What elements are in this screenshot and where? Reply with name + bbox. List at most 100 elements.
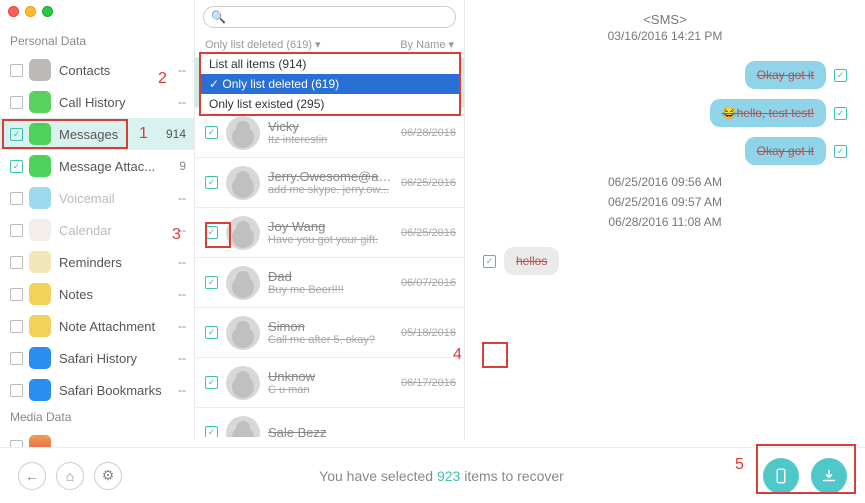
thread-row[interactable]: ✓DadBuy me Beer!!!!06/07/2016 <box>195 257 464 307</box>
avatar <box>226 216 260 250</box>
filter-option[interactable]: Only list existed (295) <box>201 94 459 114</box>
sidebar: Personal Data Contacts--Call History--✓M… <box>0 0 195 440</box>
window-close-button[interactable] <box>8 6 19 17</box>
thread-row[interactable]: ✓ Sale Bezz <box>195 407 464 437</box>
avatar <box>226 116 260 150</box>
category-icon <box>29 59 51 81</box>
sidebar-item[interactable]: Calendar-- <box>0 214 194 246</box>
back-button[interactable]: ← <box>18 462 46 490</box>
message-bubble-outgoing[interactable]: 😂hello, test test! <box>710 99 826 127</box>
timestamp: 06/25/2016 09:56 AM <box>483 175 847 189</box>
home-button[interactable]: ⌂ <box>56 462 84 490</box>
sidebar-item[interactable]: Notes-- <box>0 278 194 310</box>
thread-checkbox[interactable]: ✓ <box>205 376 218 389</box>
window-maximize-button[interactable] <box>42 6 53 17</box>
recover-to-device-button[interactable] <box>763 458 799 494</box>
sidebar-item-label: Contacts <box>59 63 166 78</box>
sidebar-item-label: Safari History <box>59 351 166 366</box>
settings-button[interactable]: ⚙ <box>94 462 122 490</box>
avatar <box>226 366 260 400</box>
category-icon <box>29 123 51 145</box>
chevron-down-icon: ▾ <box>315 38 321 51</box>
chevron-down-icon: ▾ <box>448 38 454 51</box>
message-bubble-incoming[interactable]: hellos <box>504 247 559 275</box>
thread-date: 06/17/2016 <box>401 377 456 389</box>
window-minimize-button[interactable] <box>25 6 36 17</box>
thread-checkbox[interactable]: ✓ <box>205 176 218 189</box>
message-row: ✓ hellos <box>483 247 847 275</box>
sidebar-item[interactable]: Note Attachment-- <box>0 310 194 342</box>
search-input[interactable] <box>203 6 456 28</box>
sort-label: By Name <box>400 39 445 51</box>
checkbox-icon[interactable] <box>10 384 23 397</box>
bottom-bar: ← ⌂ ⚙ You have selected 923 items to rec… <box>0 447 865 503</box>
message-checkbox[interactable]: ✓ <box>483 255 496 268</box>
filter-option[interactable]: List all items (914) <box>201 54 459 74</box>
avatar <box>226 316 260 350</box>
sidebar-item[interactable]: Contacts-- <box>0 54 194 86</box>
thread-row[interactable]: ✓ Jerry.Owesome@aol.comadd me skype. jerr… <box>195 157 464 207</box>
thread-row[interactable]: ✓Joy WangHave you got your gift.06/25/20… <box>195 207 464 257</box>
sort-dropdown[interactable]: By Name ▾ <box>400 38 454 51</box>
thread-info: Sale Bezz <box>268 425 450 437</box>
message-bubble-outgoing[interactable]: Okay got it <box>745 61 826 89</box>
message-checkbox[interactable]: ✓ <box>834 107 847 120</box>
message-checkbox[interactable]: ✓ <box>834 145 847 158</box>
thread-checkbox[interactable]: ✓ <box>205 326 218 339</box>
sidebar-item[interactable]: ✓Message Attac...9 <box>0 150 194 182</box>
recover-to-computer-button[interactable] <box>811 458 847 494</box>
checkbox-icon[interactable]: ✓ <box>10 160 23 173</box>
window-controls <box>8 6 53 17</box>
category-icon <box>29 315 51 337</box>
checkbox-icon[interactable] <box>10 288 23 301</box>
sidebar-item[interactable]: Safari History-- <box>0 342 194 374</box>
sidebar-item[interactable]: Reminders-- <box>0 246 194 278</box>
sidebar-item-label: Messages <box>59 127 166 142</box>
thread-name: Jerry.Owesome@aol.com <box>268 169 395 184</box>
device-icon <box>772 467 790 485</box>
thread-info: Joy WangHave you got your gift. <box>268 219 395 246</box>
sidebar-item[interactable]: Safari Bookmarks-- <box>0 374 194 406</box>
sidebar-section-personal: Personal Data <box>0 30 194 54</box>
category-icon <box>29 187 51 209</box>
thread-preview: Buy me Beer!!!! <box>268 284 395 296</box>
thread-checkbox[interactable]: ✓ <box>205 126 218 139</box>
thread-checkbox[interactable]: ✓ <box>205 226 218 239</box>
checkbox-icon[interactable] <box>10 320 23 333</box>
selection-status: You have selected 923 items to recover <box>132 468 751 484</box>
checkbox-icon[interactable] <box>10 224 23 237</box>
checkbox-icon[interactable]: ✓ <box>10 128 23 141</box>
message-bubble-outgoing[interactable]: Okay got it <box>745 137 826 165</box>
thread-info: VickyItz interestin <box>268 119 395 146</box>
checkbox-icon[interactable] <box>10 256 23 269</box>
message-checkbox[interactable]: ✓ <box>834 69 847 82</box>
sidebar-item-label: Message Attac... <box>59 159 166 174</box>
thread-panel: 🔍 Only list deleted (619) ▾ By Name ▾ ✓0… <box>195 0 465 440</box>
thread-preview: Have you got your gift. <box>268 234 395 246</box>
thread-info: Jerry.Owesome@aol.comadd me skype. jerry… <box>268 169 395 196</box>
sidebar-item[interactable]: Call History-- <box>0 86 194 118</box>
thread-date: 05/18/2016 <box>401 327 456 339</box>
thread-preview: Call me after 5, okay? <box>268 334 395 346</box>
thread-checkbox[interactable]: ✓ <box>205 276 218 289</box>
message-row: Okay got it ✓ <box>483 137 847 165</box>
conversation-date: 03/16/2016 14:21 PM <box>483 29 847 43</box>
thread-date: 06/25/2016 <box>401 177 456 189</box>
checkbox-icon[interactable] <box>10 64 23 77</box>
sidebar-item[interactable]: ✓Messages914 <box>0 118 194 150</box>
sidebar-item-label: Reminders <box>59 255 166 270</box>
thread-preview: C u man <box>268 384 395 396</box>
sidebar-item-count: -- <box>166 255 186 269</box>
checkbox-icon[interactable] <box>10 192 23 205</box>
conversation-title: <SMS> <box>483 12 847 27</box>
timestamp: 06/25/2016 09:57 AM <box>483 195 847 209</box>
checkbox-icon[interactable] <box>10 96 23 109</box>
thread-row[interactable]: ✓UnknowC u man06/17/2016 <box>195 357 464 407</box>
filter-dropdown[interactable]: Only list deleted (619) ▾ <box>205 38 321 51</box>
checkbox-icon[interactable] <box>10 352 23 365</box>
filter-option-selected[interactable]: Only list deleted (619) <box>201 74 459 94</box>
filter-dropdown-menu: List all items (914) Only list deleted (… <box>199 52 461 116</box>
thread-row[interactable]: ✓SimonCall me after 5, okay?05/18/2016 <box>195 307 464 357</box>
sidebar-item[interactable]: Voicemail-- <box>0 182 194 214</box>
thread-checkbox[interactable]: ✓ <box>205 426 218 437</box>
